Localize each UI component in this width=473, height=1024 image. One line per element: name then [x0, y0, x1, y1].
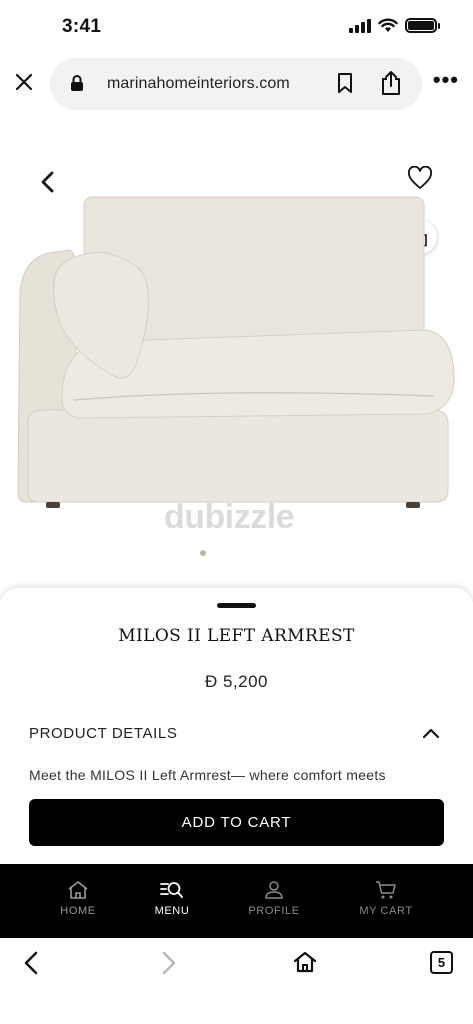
nav-label-cart: MY CART — [359, 905, 413, 917]
nav-item-cart[interactable]: MY CART — [341, 880, 431, 917]
status-time: 3:41 — [62, 16, 102, 37]
cellular-signal-icon — [349, 18, 371, 33]
browser-home-icon[interactable] — [292, 950, 318, 974]
chevron-up-icon[interactable] — [421, 726, 441, 740]
url-text: marinahomeinteriors.com — [107, 75, 290, 92]
product-title: MILOS II LEFT ARMREST — [118, 626, 355, 646]
product-image-gallery[interactable]: dubizzle — [0, 114, 473, 590]
cart-icon — [376, 881, 396, 899]
menu-search-icon — [160, 882, 183, 898]
product-details-heading[interactable]: PRODUCT DETAILS — [29, 725, 177, 742]
product-price: Đ 5,200 — [204, 672, 269, 691]
nav-item-home[interactable]: HOME — [33, 880, 123, 917]
more-options-icon[interactable]: ••• — [433, 69, 459, 91]
status-icons — [349, 18, 440, 33]
browser-toolbar: 5 — [0, 938, 473, 1024]
heart-icon[interactable] — [407, 166, 433, 190]
share-icon[interactable] — [380, 70, 402, 96]
wifi-icon — [378, 18, 398, 32]
tabs-count-button[interactable]: 5 — [430, 951, 453, 974]
nav-label-home: HOME — [60, 905, 96, 917]
site-bottom-nav: HOME MENU PROFILE MY CART — [0, 864, 473, 938]
back-chevron-icon[interactable] — [36, 170, 60, 194]
pagination-dot[interactable] — [200, 550, 206, 556]
browser-address-bar: marinahomeinteriors.com ••• — [0, 54, 473, 114]
bookmark-icon[interactable] — [336, 72, 354, 94]
home-icon — [68, 881, 88, 899]
sofa-product-image — [17, 196, 455, 508]
url-field[interactable]: marinahomeinteriors.com — [50, 58, 422, 110]
battery-icon — [405, 18, 440, 33]
add-to-cart-button[interactable]: ADD TO CART — [29, 799, 444, 846]
product-description: Meet the MILOS II Left Armrest— where co… — [29, 767, 386, 783]
nav-label-profile: PROFILE — [248, 905, 300, 917]
user-icon — [265, 881, 283, 899]
nav-item-menu[interactable]: MENU — [127, 880, 217, 917]
product-details-sheet: MILOS II LEFT ARMREST Đ 5,200 PRODUCT DE… — [0, 588, 473, 864]
nav-item-profile[interactable]: PROFILE — [229, 880, 319, 917]
close-icon[interactable] — [10, 68, 38, 96]
lock-icon — [71, 75, 83, 91]
browser-back-icon[interactable] — [20, 950, 44, 976]
browser-forward-icon[interactable] — [156, 950, 180, 976]
sheet-grabber[interactable] — [217, 603, 256, 608]
nav-label-menu: MENU — [154, 905, 190, 917]
watermark: dubizzle — [164, 498, 295, 536]
status-bar: 3:41 — [0, 0, 473, 54]
